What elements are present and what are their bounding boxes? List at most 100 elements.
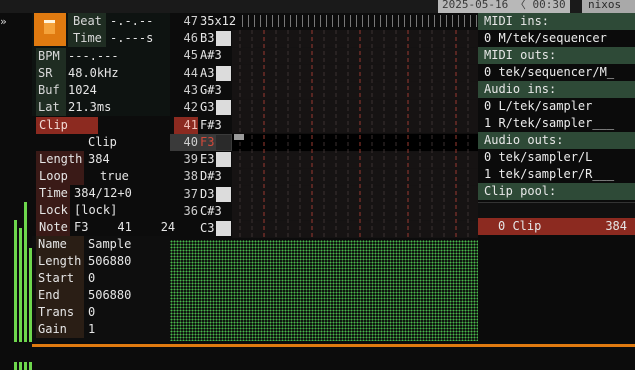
roll-row [232, 168, 478, 186]
key-note-label: C3 [200, 221, 215, 236]
note-cursor [234, 134, 244, 140]
time-value: -.---s [110, 31, 154, 45]
key-row[interactable]: 42 G3 [170, 99, 232, 116]
key-note-label: G3 [200, 100, 215, 115]
record-icon [44, 20, 55, 34]
key-note-label: E3 [200, 152, 215, 167]
white-key [216, 65, 231, 81]
bpm-label: BPM [36, 48, 66, 65]
key-note-label: F#3 [200, 117, 222, 132]
clip-lock-label: Lock [36, 202, 70, 219]
sample-trans-value[interactable]: 0 [88, 304, 95, 321]
io-panel: MIDI ins: 0 M/tek/sequencer MIDI outs: 0… [478, 13, 635, 342]
sample-gain-value[interactable]: 1 [88, 321, 95, 338]
time-label: Time [68, 30, 106, 47]
key-number: 43 [183, 82, 198, 97]
audio-in-port-0[interactable]: 0 L/tek/sampler [478, 98, 635, 115]
buf-label: Buf [36, 82, 66, 99]
white-key [216, 221, 231, 237]
timeline-ruler[interactable] [242, 15, 478, 27]
clip-note-value: F3 41 24 [74, 220, 176, 234]
audio-out-port-1[interactable]: 1 tek/sampler/R___ [478, 166, 635, 183]
white-key [216, 134, 231, 150]
waveform-view[interactable] [170, 240, 478, 341]
clip-name[interactable]: Clip [88, 134, 117, 151]
roll-row [232, 116, 478, 134]
key-number: 41 [174, 116, 198, 134]
key-row[interactable]: 41 F#3 [170, 116, 232, 134]
clip-header: Clip [36, 117, 98, 134]
key-number: 46 [183, 31, 198, 45]
key-number: 44 [183, 65, 198, 80]
midi-outs-header: MIDI outs: [478, 47, 635, 64]
sr-label: SR [36, 65, 66, 82]
white-key [216, 100, 231, 116]
roll-row [232, 203, 478, 221]
roll-row [232, 185, 478, 203]
clip-pool-item-length: 384 [605, 219, 627, 233]
key-number: 38 [183, 169, 198, 184]
clip-pool-item[interactable]: 0 Clip 384 [478, 218, 635, 235]
key-row[interactable]: 40 F3 [170, 133, 232, 151]
sample-name-value: Sample [88, 237, 132, 251]
midi-in-port-0[interactable]: 0 M/tek/sequencer [478, 30, 635, 47]
clip-pool-item-name: 0 Clip [498, 219, 542, 233]
roll-row [232, 99, 478, 117]
white-key [216, 31, 231, 46]
key-note-label: G#3 [200, 82, 222, 97]
key-row[interactable]: 44 A3 [170, 65, 232, 82]
key-row[interactable]: 45 A#3 [170, 47, 232, 64]
key-number: 37 [183, 186, 198, 201]
audio-out-port-0[interactable]: 0 tek/sampler/L [478, 149, 635, 166]
sample-trans-label: Trans [36, 304, 84, 321]
key-note-label: D#3 [200, 169, 222, 184]
key-note-label: A#3 [200, 48, 222, 63]
key-number: 40 [183, 134, 198, 149]
lat-value: 21.3ms [68, 100, 112, 114]
clip-time-label: Time [36, 185, 70, 202]
roll-row [232, 133, 478, 152]
piano-roll-grid[interactable] [232, 30, 478, 238]
clip-length-value[interactable]: 384 [88, 151, 110, 168]
bpm-value[interactable]: ---.--- [68, 48, 119, 65]
key-note-label: C#3 [200, 204, 222, 218]
key-row[interactable]: 43 G#3 [170, 82, 232, 99]
key-number: 39 [183, 152, 198, 167]
key-number: 36 [183, 204, 198, 218]
roll-row [232, 47, 478, 65]
piano-keys: 46 B3 45 A#3 44 A3 43 G#3 42 G3 41 F#3 40 F3 39 E3 38 D#3… [170, 13, 232, 237]
midi-ins-header: MIDI ins: [478, 13, 635, 30]
white-key [216, 152, 231, 168]
sample-start-value[interactable]: 0 [88, 270, 95, 287]
lat-label: Lat [36, 99, 66, 116]
key-row[interactable]: 38 D#3 [170, 168, 232, 185]
audio-ins-header: Audio ins: [478, 81, 635, 98]
clip-pool-header: Clip pool: [478, 183, 635, 200]
key-row[interactable]: 36 C#3 [170, 203, 232, 220]
sample-start-label: Start [36, 270, 84, 287]
clip-loop-label: Loop [36, 168, 84, 185]
clip-loop-value[interactable]: true [100, 168, 129, 185]
level-meter [0, 30, 32, 370]
sample-name-label: Name [36, 236, 84, 253]
white-key [216, 186, 231, 202]
beat-label: Beat [68, 13, 106, 30]
clip-time-value: 384/12+0 [74, 186, 132, 200]
prompt-glyph: » [0, 15, 7, 28]
audio-in-port-1[interactable]: 1 R/tek/sampler___ [478, 115, 635, 132]
key-row[interactable]: 46 B3 [170, 30, 232, 47]
buf-value: 1024 [68, 83, 97, 97]
key-row[interactable]: 37 D3 [170, 186, 232, 203]
key-number: 45 [183, 48, 198, 63]
bottom-status-area [0, 342, 635, 362]
clip-pool-spacer [478, 202, 635, 218]
key-number: 42 [183, 100, 198, 115]
sample-length-value: 506880 [88, 254, 132, 268]
key-row[interactable]: C3 [170, 220, 232, 237]
key-note-label: D3 [200, 186, 215, 201]
midi-out-port-0[interactable]: 0 tek/sequencer/M_ [478, 64, 635, 81]
hostname-label: nixos [582, 0, 635, 13]
key-row[interactable]: 39 E3 [170, 151, 232, 168]
lock-toggle[interactable]: [lock] [74, 202, 117, 219]
sample-end-value[interactable]: 506880 [88, 287, 131, 304]
